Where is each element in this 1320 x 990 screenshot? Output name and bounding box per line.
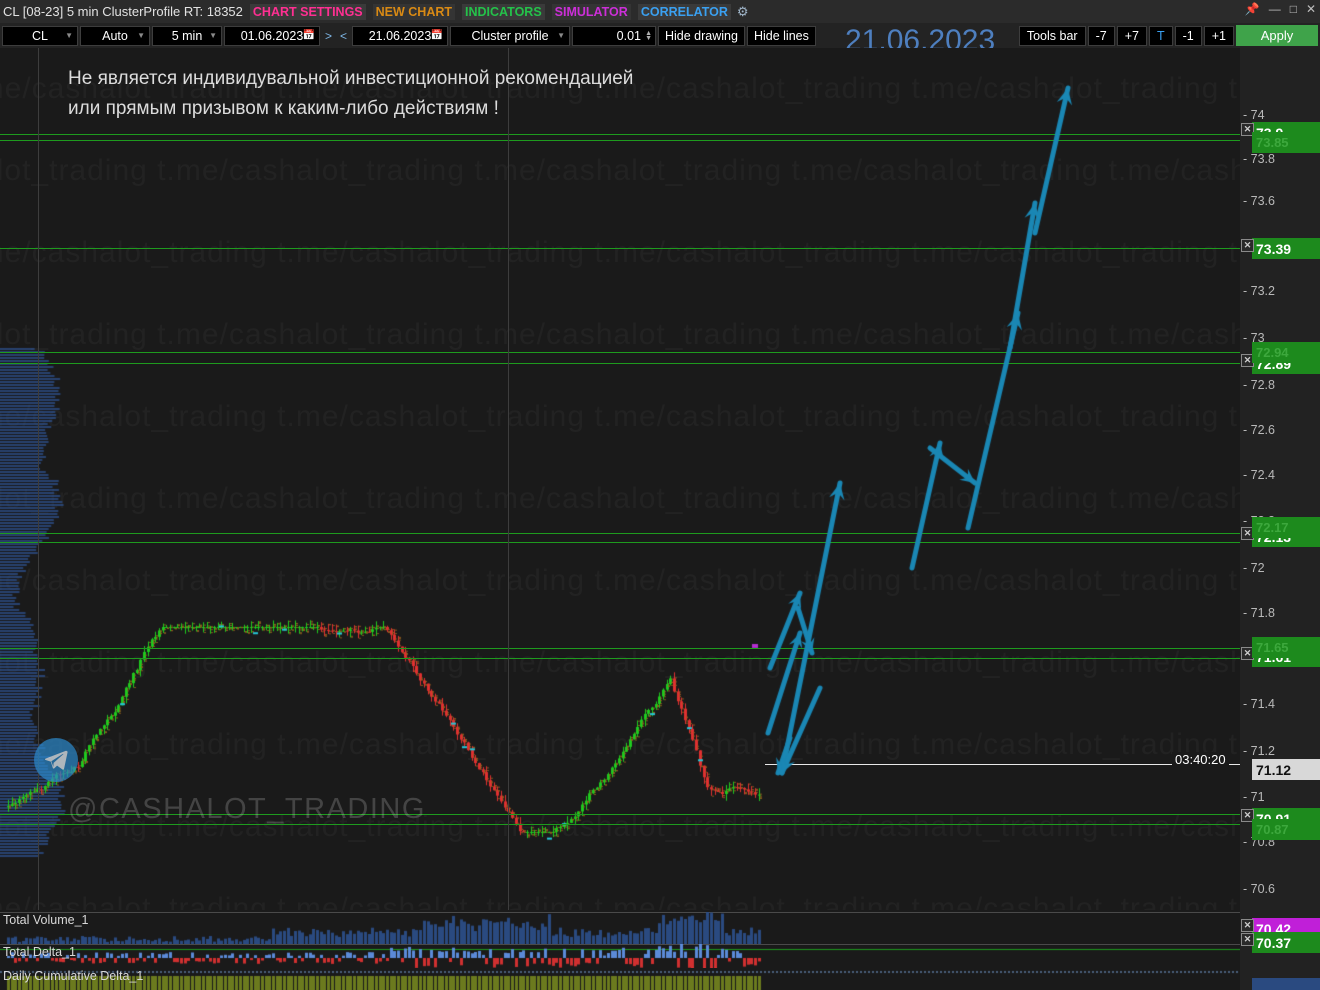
total-delta-panel[interactable]: Total Delta_1 (0, 944, 1240, 970)
window-controls: 📌 — □ ✕ (1245, 2, 1316, 16)
daily-cumulative-delta-panel[interactable]: Daily Cumulative Delta_1 (0, 968, 1240, 990)
bar-countdown-label: 03:40:20 (1172, 752, 1229, 767)
price-axis[interactable]: - 74- 73.8- 73.6- 73.4- 73.2- 73- 72.8- … (1240, 48, 1320, 990)
menu-new-chart[interactable]: NEW CHART (372, 3, 456, 20)
price-level-tag[interactable]: 71.12 (1252, 759, 1320, 780)
minimize-icon[interactable]: — (1269, 2, 1281, 16)
axis-tick-label: - 73.2 (1243, 284, 1275, 298)
close-icon[interactable]: ✕ (1241, 239, 1254, 252)
scale-selector[interactable]: Auto ▼ (80, 25, 150, 46)
close-icon[interactable]: ✕ (1241, 933, 1254, 946)
volume-axis-band (1252, 978, 1320, 990)
nav-next-button[interactable]: > (322, 29, 335, 43)
profile-type-selector[interactable]: Cluster profile ▼ (450, 25, 570, 46)
date-from-value: 01.06.2023 (240, 28, 304, 43)
price-level-tag[interactable]: 70.87 (1252, 819, 1320, 840)
price-level-tag[interactable]: 72.94 (1252, 342, 1320, 363)
minus-1-button[interactable]: -1 (1174, 25, 1202, 46)
axis-tick-label: - 71.2 (1243, 744, 1275, 758)
menu-chart-settings[interactable]: CHART SETTINGS (249, 3, 366, 20)
total-volume-panel[interactable]: Total Volume_1 (0, 912, 1240, 944)
price-level-tag[interactable]: 70.37 ✕ (1241, 932, 1320, 953)
chevron-down-icon: ▼ (557, 31, 565, 40)
hide-lines-button[interactable]: Hide lines (746, 25, 816, 46)
plus-1-button[interactable]: +1 (1203, 25, 1234, 46)
maximize-icon[interactable]: □ (1290, 2, 1297, 16)
calendar-icon[interactable]: 📅 (431, 30, 443, 41)
main-toolbar: CL ▼ Auto ▼ 5 min ▼ 01.06.2023 📅 > < 21.… (0, 23, 1320, 57)
daily-cumulative-delta-label: Daily Cumulative Delta_1 (3, 969, 144, 983)
axis-tick-label: - 71.8 (1243, 606, 1275, 620)
plus-7-button[interactable]: +7 (1116, 25, 1147, 46)
apply-button[interactable]: Apply (1236, 25, 1318, 46)
axis-tick-label: - 72.6 (1243, 423, 1275, 437)
disclaimer-text: Не является индивидувальной инвестиционн… (68, 68, 634, 119)
axis-tick-label: - 71 (1243, 790, 1265, 804)
forecast-arrows-canvas[interactable] (0, 48, 1240, 910)
stepper-icon[interactable]: ▲ ▼ (645, 30, 652, 42)
date-to-input[interactable]: 21.06.2023 📅 (352, 25, 448, 46)
hide-drawing-button[interactable]: Hide drawing (658, 25, 745, 46)
price-level-tag[interactable]: 73.39 ✕ (1241, 238, 1320, 259)
symbol-selector[interactable]: CL ▼ (2, 25, 78, 46)
scale-value: Auto (102, 28, 128, 43)
cancel-order-label: отмена (1168, 906, 1216, 910)
tools-bar-button[interactable]: Tools bar (1018, 25, 1086, 46)
axis-tick-label: - 70.6 (1243, 882, 1275, 896)
cumulative-delta-canvas (0, 968, 1240, 990)
axis-tick-label: - 73.6 (1243, 194, 1275, 208)
axis-tick-label: - 71.4 (1243, 697, 1275, 711)
t-button[interactable]: T (1148, 25, 1173, 46)
nav-prev-button[interactable]: < (337, 29, 350, 43)
title-bar: CL [08-23] 5 min ClusterProfile RT: 1835… (0, 0, 1320, 23)
right-toolbar-group: Tools bar -7 +7 T -1 +1 Apply (1018, 25, 1318, 46)
axis-tick-label: - 73.8 (1243, 152, 1275, 166)
pin-icon[interactable]: 📌 (1245, 2, 1260, 16)
price-level-tag[interactable]: 73.85 (1252, 132, 1320, 153)
symbol-value: CL (32, 28, 48, 43)
menu-correlator[interactable]: CORRELATOR (637, 3, 731, 20)
volume-histogram-canvas (0, 912, 1240, 944)
axis-tick-label: - 72.4 (1243, 468, 1275, 482)
timeframe-value: 5 min (171, 28, 203, 43)
close-icon[interactable]: ✕ (1241, 919, 1254, 932)
price-chart-panel[interactable]: t.me/cashalot_trading t.me/cashalot_trad… (0, 48, 1240, 910)
chevron-down-icon: ▼ (209, 31, 217, 40)
menu-simulator[interactable]: SIMULATOR (551, 3, 631, 20)
chevron-down-icon: ▼ (137, 31, 145, 40)
axis-tick-label: - 72 (1243, 561, 1265, 575)
axis-tick-label: - 72.8 (1243, 378, 1275, 392)
window-title: CL [08-23] 5 min ClusterProfile RT: 1835… (3, 4, 243, 19)
axis-tick-label: - 74 (1243, 108, 1265, 122)
calendar-icon[interactable]: 📅 (303, 30, 315, 41)
delta-histogram-canvas (0, 944, 1240, 970)
date-from-input[interactable]: 01.06.2023 📅 (224, 25, 320, 46)
close-icon[interactable]: ✕ (1306, 2, 1316, 16)
gear-icon[interactable]: ⚙ (737, 4, 749, 20)
total-delta-label: Total Delta_1 (3, 945, 76, 959)
timeframe-selector[interactable]: 5 min ▼ (152, 25, 222, 46)
price-level-tag[interactable]: 72.17 (1252, 517, 1320, 538)
minus-7-button[interactable]: -7 (1087, 25, 1115, 46)
chevron-down-icon: ▼ (65, 31, 73, 40)
step-input[interactable]: 0.01 ▲ ▼ (572, 25, 656, 46)
trading-platform-window: CL [08-23] 5 min ClusterProfile RT: 1835… (0, 0, 1320, 990)
date-to-value: 21.06.2023 (368, 28, 432, 43)
price-level-tag[interactable]: 71.65 (1252, 637, 1320, 658)
menu-indicators[interactable]: INDICATORS (462, 3, 545, 20)
step-value: 0.01 (616, 28, 641, 43)
profile-type-value: Cluster profile (471, 28, 549, 43)
total-volume-label: Total Volume_1 (3, 913, 89, 927)
